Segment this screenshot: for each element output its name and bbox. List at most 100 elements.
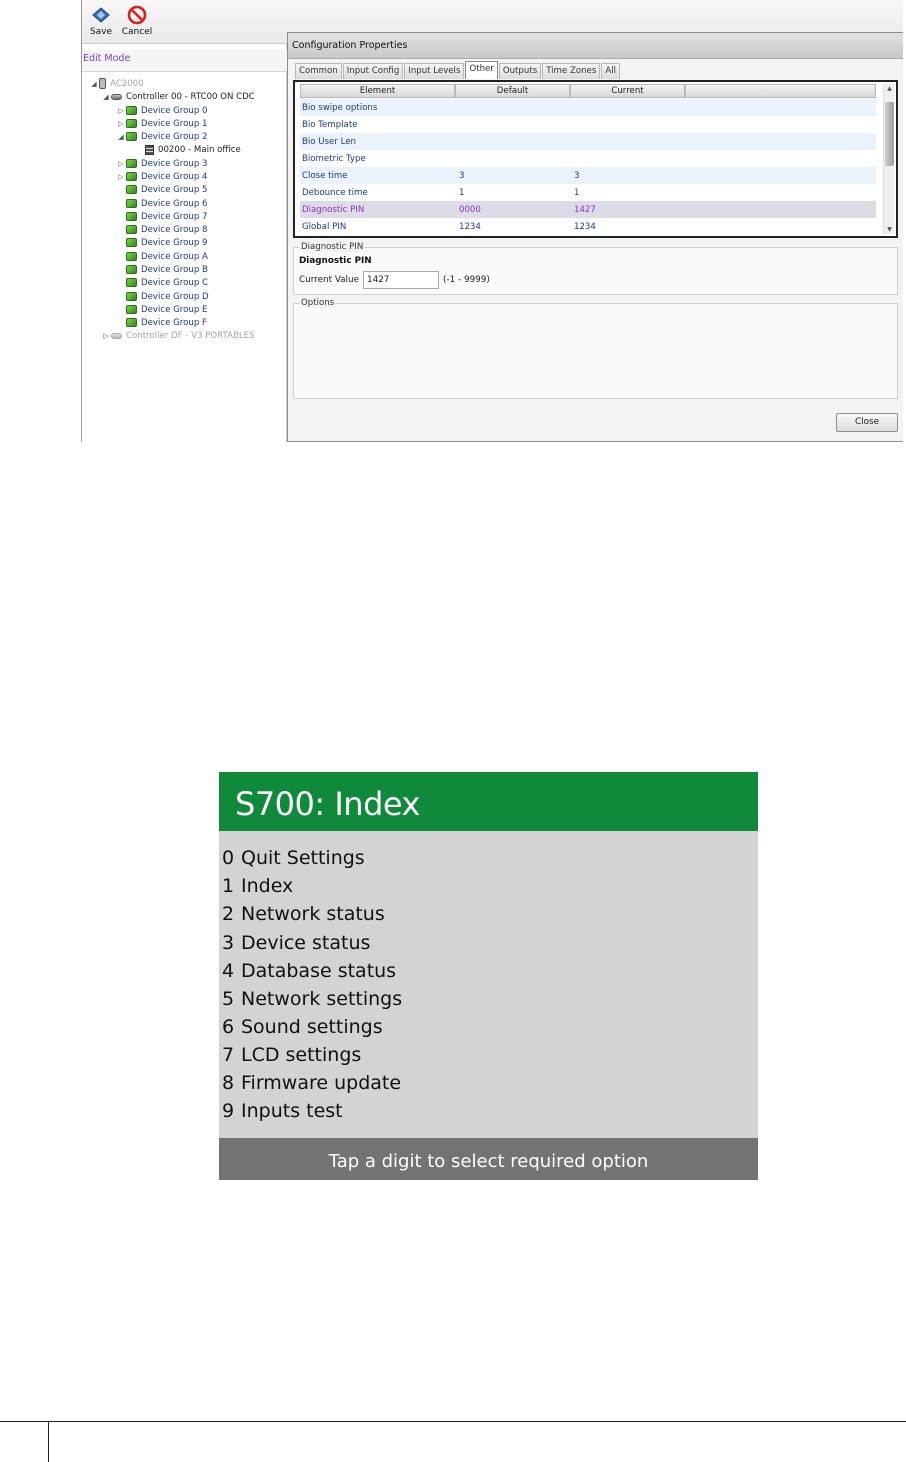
tree-item-device-group-7[interactable]: Device Group 7 [126,210,207,223]
expand-arrow-icon[interactable]: ◢ [101,93,111,101]
tree-item-device-group-5[interactable]: Device Group 5 [126,183,207,196]
device-group-icon [126,225,137,234]
cell-current: 1234 [574,221,596,232]
scroll-up-arrow-icon[interactable]: ▲ [885,84,894,93]
cell-element: Diagnostic PIN [302,204,365,215]
property-name: Diagnostic PIN [299,256,372,266]
table-row-selected[interactable]: Diagnostic PIN 0000 1427 [300,201,876,218]
scroll-down-arrow-icon[interactable]: ▼ [885,225,894,234]
column-header-default[interactable]: Default [455,84,570,98]
tree-item-device-group-a[interactable]: Device Group A [126,250,208,263]
menu-label: Index [241,875,294,897]
device-group-icon [126,305,137,314]
menu-digit: 4 [222,960,235,982]
tab-input-levels[interactable]: Input Levels [404,63,465,79]
table-row[interactable]: Close time 3 3 [300,167,876,184]
tree-item-controller-00[interactable]: ◢ Controller 00 - RTC00 ON CDC [101,90,255,103]
tree-item-device-group-4[interactable]: ▷ Device Group 4 [116,170,207,183]
tree-item-device-group-f[interactable]: Device Group F [126,316,207,329]
menu-digit: 8 [222,1072,235,1094]
current-value-label: Current Value [299,275,359,285]
menu-item-lcd-settings[interactable]: 7 LCD settings [222,1041,361,1069]
menu-item-database-status[interactable]: 4 Database status [222,957,396,985]
save-label: Save [89,27,113,37]
tree-item-device-group-c[interactable]: Device Group C [126,276,208,289]
cancel-button[interactable]: Cancel [118,5,156,37]
table-row[interactable]: Bio swipe options [300,99,876,116]
table-row[interactable]: Biometric Type [300,150,876,167]
device-group-icon [126,199,137,208]
collapse-arrow-icon[interactable]: ▷ [116,173,126,181]
menu-item-network-status[interactable]: 2 Network status [222,900,385,928]
menu-item-quit-settings[interactable]: 0 Quit Settings [222,844,365,872]
table-row[interactable]: Bio Template [300,116,876,133]
menu-item-device-status[interactable]: 3 Device status [222,929,370,957]
tree-item-device-group-b[interactable]: Device Group B [126,263,208,276]
expand-arrow-icon[interactable]: ◢ [116,133,126,141]
tree-item-device-group-d[interactable]: Device Group D [126,290,209,303]
device-group-icon [126,172,137,181]
device-group-icon [126,106,137,115]
save-button[interactable]: Save [82,5,120,37]
cell-element: Global PIN [302,221,347,232]
collapse-arrow-icon[interactable]: ▷ [116,160,126,168]
tree-item-device-group-1[interactable]: ▷ Device Group 1 [116,117,207,130]
tree-item-device-group-2[interactable]: ◢ Device Group 2 [116,130,207,143]
menu-item-network-settings[interactable]: 5 Network settings [222,985,402,1013]
menu-item-inputs-test[interactable]: 9 Inputs test [222,1097,343,1125]
menu-digit: 3 [222,932,235,954]
tree-item-device-group-8[interactable]: Device Group 8 [126,223,207,236]
s700-index-screen: S700: Index 0 Quit Settings 1 Index 2 Ne… [219,772,758,1180]
cell-current: 3 [574,170,580,181]
menu-item-firmware-update[interactable]: 8 Firmware update [222,1069,401,1097]
menu-label: Quit Settings [241,847,365,869]
server-icon [99,78,106,89]
menu-label: Sound settings [241,1016,383,1038]
collapse-arrow-icon[interactable]: ▷ [101,332,111,340]
device-group-icon [126,159,137,168]
cell-element: Bio Template [302,119,358,130]
tree-item-device-group-3[interactable]: ▷ Device Group 3 [116,157,207,170]
menu-digit: 0 [222,847,235,869]
cell-default: 1234 [459,221,481,232]
tree-item-device-group-6[interactable]: Device Group 6 [126,197,207,210]
menu-label: Inputs test [241,1100,343,1122]
menu-digit: 7 [222,1044,235,1066]
current-value-input[interactable]: 1427 [363,271,439,289]
tree-item-ac2000[interactable]: ◢ AC2000 [89,77,144,90]
tab-other[interactable]: Other [465,61,498,79]
table-row[interactable]: Debounce time 1 1 [300,184,876,201]
table-row[interactable]: Global PIN 1234 1234 [300,218,876,235]
tab-time-zones[interactable]: Time Zones [542,63,601,79]
menu-label: Network settings [241,988,403,1010]
column-header-current[interactable]: Current [570,84,685,98]
menu-item-index[interactable]: 1 Index [222,872,293,900]
expand-arrow-icon[interactable]: ◢ [89,80,99,88]
menu-digit: 9 [222,1100,235,1122]
tree-item-device-group-9[interactable]: Device Group 9 [126,236,207,249]
vertical-scrollbar[interactable]: ▲ ▼ [883,84,894,234]
scrollbar-thumb[interactable] [885,102,894,166]
device-group-icon [126,265,137,274]
cell-element: Bio User Len [302,136,356,147]
collapse-arrow-icon[interactable]: ▷ [116,120,126,128]
tab-outputs[interactable]: Outputs [498,63,542,79]
screen-instruction-bar: Tap a digit to select required option [219,1138,758,1180]
tree-item-device-group-0[interactable]: ▷ Device Group 0 [116,104,207,117]
page-footer-divider [48,1421,49,1462]
tab-all[interactable]: All [601,63,620,79]
tree-item-device-group-e[interactable]: Device Group E [126,303,207,316]
tab-input-config[interactable]: Input Config [342,63,404,79]
column-header-element[interactable]: Element [300,84,455,98]
tree-item-main-office[interactable]: 00200 - Main office [145,143,241,156]
device-group-icon [126,292,137,301]
tree-item-controller-df[interactable]: ▷ Controller DF - V3 PORTABLES [101,329,254,342]
page-footer-rule [0,1421,906,1422]
table-row[interactable]: Bio User Len [300,133,876,150]
close-button[interactable]: Close [836,413,898,432]
menu-label: Network status [241,903,385,925]
collapse-arrow-icon[interactable]: ▷ [116,107,126,115]
menu-item-sound-settings[interactable]: 6 Sound settings [222,1013,383,1041]
cell-current: 1427 [574,204,596,215]
tab-common[interactable]: Common [295,63,342,79]
